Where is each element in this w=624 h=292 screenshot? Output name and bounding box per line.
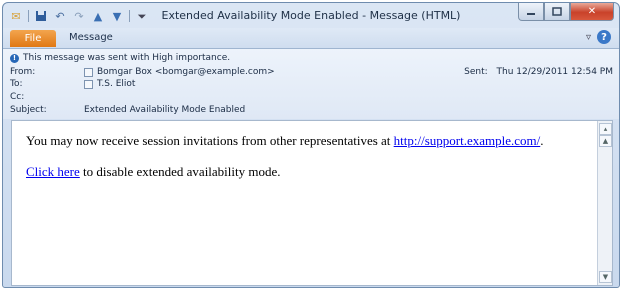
body-text-1: You may now receive session invitations … [26,133,394,148]
ribbon-tabs: File Message ▿ ? [3,28,619,49]
scroll-down-button[interactable]: ▼ [599,271,612,283]
close-icon: ✕ [587,6,597,17]
message-body[interactable]: You may now receive session invitations … [11,120,613,286]
info-icon: ! [10,53,19,63]
maximize-button[interactable] [544,3,570,21]
expand-ribbon-icon[interactable]: ▿ [586,32,591,43]
to-row: To: T.S. Eliot [10,79,135,89]
from-value[interactable]: Bomgar Box <bomgar@example.com> [97,67,275,77]
subject-label: Subject: [10,105,47,115]
window-controls: ✕ [518,3,614,21]
support-link[interactable]: http://support.example.com/ [394,133,541,148]
vertical-scrollbar[interactable]: ▴ ▲ ▼ [597,121,612,285]
minimize-icon [527,12,535,15]
importance-notice: ! This message was sent with High import… [10,53,230,63]
message-window: ✉ ↶ ↷ ▲ ▼ ⏷ Extended Availability Mode E… [2,2,620,288]
from-label: From: [10,67,36,77]
tab-message[interactable]: Message [69,32,113,43]
tab-file[interactable]: File [10,30,56,47]
people-pane-icon[interactable]: ▴ [599,123,612,135]
message-content: You may now receive session invitations … [26,133,544,195]
subject-row: Subject: Extended Availability Mode Enab… [10,105,245,115]
cc-row: Cc: [10,92,84,102]
cc-label: Cc: [10,92,25,102]
from-row: From: Bomgar Box <bomgar@example.com> [10,67,275,77]
body-paragraph-1: You may now receive session invitations … [26,133,544,149]
minimize-button[interactable] [518,3,544,21]
importance-text: This message was sent with High importan… [23,53,231,63]
contact-icon [84,67,93,77]
sent-label: Sent: [464,67,488,77]
sent-row: Sent: Thu 12/29/2011 12:54 PM [464,67,613,77]
scroll-up-button[interactable]: ▲ [599,135,612,147]
to-label: To: [10,79,23,89]
title-bar: ✉ ↶ ↷ ▲ ▼ ⏷ Extended Availability Mode E… [3,3,619,29]
to-value[interactable]: T.S. Eliot [97,79,135,89]
body-paragraph-2: Click here to disable extended availabil… [26,164,544,180]
message-header: ! This message was sent with High import… [3,49,619,119]
subject-value: Extended Availability Mode Enabled [84,105,246,115]
maximize-icon [552,7,562,16]
click-here-link[interactable]: Click here [26,164,80,179]
contact-icon [84,79,93,89]
ribbon-right-controls: ▿ ? [586,30,611,44]
body-text-2: to disable extended availability mode. [79,164,281,179]
body-text-1-end: . [540,133,544,148]
close-button[interactable]: ✕ [570,3,614,21]
sent-value: Thu 12/29/2011 12:54 PM [496,67,614,77]
help-icon[interactable]: ? [597,30,611,44]
